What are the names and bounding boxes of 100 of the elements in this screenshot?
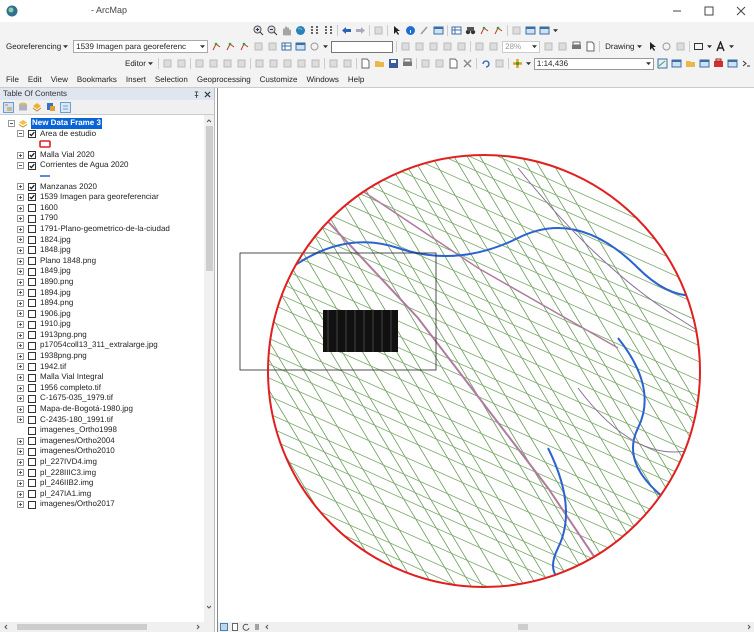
caret-icon[interactable] — [646, 61, 651, 66]
menu-item[interactable]: Geoprocessing — [196, 74, 251, 86]
checkbox[interactable] — [28, 151, 36, 160]
layer-name[interactable]: 1539 Imagen para georeferenciar — [40, 192, 159, 203]
caret-icon[interactable] — [200, 44, 206, 49]
scroll-right-icon[interactable] — [195, 624, 201, 630]
scroll-down-icon[interactable] — [206, 604, 212, 610]
collapse-icon[interactable] — [17, 130, 24, 138]
layer-name[interactable]: pl_247IA1.img — [40, 488, 92, 500]
checkbox[interactable] — [28, 278, 36, 286]
font-icon[interactable] — [714, 41, 726, 52]
save-icon[interactable] — [388, 58, 399, 69]
checkbox[interactable] — [28, 448, 36, 456]
checkbox[interactable] — [28, 458, 36, 466]
editor-menu[interactable]: Editor — [123, 57, 155, 70]
checkbox[interactable] — [28, 500, 36, 509]
layer-name[interactable]: imagenes/Ortho2010 — [40, 446, 115, 457]
checkbox[interactable] — [28, 246, 36, 254]
window-icon[interactable] — [726, 58, 738, 69]
layer-name[interactable]: Malla Vial Integral — [40, 372, 104, 383]
checkbox[interactable] — [28, 416, 36, 424]
expand-icon[interactable] — [17, 215, 24, 222]
checkbox[interactable] — [28, 490, 36, 498]
expand-icon[interactable] — [17, 332, 24, 339]
link-table-icon[interactable] — [281, 41, 292, 52]
expand-icon[interactable] — [17, 226, 24, 233]
layer-name[interactable]: 1906.jpg — [40, 308, 71, 320]
caret-icon[interactable] — [323, 44, 328, 49]
checkbox[interactable] — [28, 320, 36, 329]
checkbox[interactable] — [28, 162, 36, 170]
layer-name[interactable]: Plano 1848.png — [40, 256, 96, 266]
delete-icon[interactable] — [462, 58, 473, 69]
expand-icon[interactable] — [17, 258, 24, 265]
layout-view-icon[interactable] — [231, 623, 239, 631]
vertex-icon[interactable] — [225, 41, 236, 52]
maximize-icon[interactable] — [704, 6, 714, 16]
expand-icon[interactable] — [17, 300, 24, 307]
layer-name[interactable]: C-2435-180_1991.tif — [40, 414, 113, 426]
checkbox[interactable] — [28, 288, 36, 297]
window-icon[interactable] — [525, 24, 536, 36]
layer-name[interactable]: Manzanas 2020 — [40, 182, 97, 192]
globe-icon[interactable] — [295, 24, 306, 36]
tool-icon[interactable] — [585, 41, 596, 52]
checkbox[interactable] — [28, 374, 36, 382]
checkbox[interactable] — [28, 182, 36, 191]
drawing-menu[interactable]: Drawing — [603, 40, 644, 53]
layer-name[interactable]: imagenes_Ortho1998 — [40, 425, 117, 436]
layer-name[interactable]: 1791-Plano-geometrico-de-la-ciudad — [40, 224, 170, 235]
expand-icon[interactable] — [17, 352, 24, 360]
info-icon[interactable] — [405, 24, 416, 36]
layer-name[interactable]: Malla Vial 2020 — [40, 150, 95, 160]
layer-name[interactable]: 1894.png — [40, 298, 74, 309]
pause-icon[interactable] — [253, 623, 261, 631]
expand-icon[interactable] — [17, 469, 24, 476]
checkbox[interactable] — [28, 479, 36, 488]
expand-icon[interactable] — [17, 236, 24, 244]
layer-name[interactable]: C-1675-035_1979.tif — [40, 393, 113, 404]
checkbox[interactable] — [28, 405, 36, 414]
back-arrow-icon[interactable] — [341, 24, 352, 36]
layer-name[interactable]: 1894.jpg — [40, 288, 71, 298]
layer-name[interactable]: pl_227IVD4.img — [40, 457, 97, 468]
menu-item[interactable]: Edit — [28, 74, 42, 86]
checkbox[interactable] — [28, 214, 36, 223]
checkbox[interactable] — [28, 310, 36, 318]
expand-icon[interactable] — [17, 384, 24, 392]
caret-icon[interactable] — [706, 44, 712, 49]
scale-dropdown[interactable]: 1:14,436 — [534, 58, 654, 70]
scrollbar-thumb[interactable] — [518, 624, 528, 630]
expand-icon[interactable] — [17, 204, 24, 212]
checkbox[interactable] — [28, 225, 36, 234]
binoculars-icon[interactable] — [465, 24, 476, 36]
expand-icon[interactable] — [17, 321, 24, 328]
checkbox[interactable] — [28, 204, 36, 212]
print-icon[interactable] — [402, 58, 413, 69]
checkbox[interactable] — [28, 268, 36, 276]
refresh-icon[interactable] — [242, 623, 250, 631]
menu-item[interactable]: Windows — [306, 74, 339, 86]
layer-name[interactable]: 1942.tif — [40, 362, 66, 372]
data-view-icon[interactable] — [220, 623, 228, 631]
menu-item[interactable]: Bookmarks — [76, 74, 117, 86]
checkbox[interactable] — [28, 384, 36, 392]
layer-name[interactable]: 1938png.png — [40, 351, 87, 362]
checkbox[interactable] — [28, 437, 36, 446]
scroll-right-icon[interactable] — [746, 624, 752, 630]
window-icon[interactable] — [539, 24, 550, 36]
menu-item[interactable]: File — [6, 74, 19, 86]
caret-icon[interactable] — [636, 44, 642, 49]
checkbox[interactable] — [28, 342, 36, 350]
caret-icon[interactable] — [553, 28, 558, 32]
window-icon[interactable] — [433, 24, 444, 36]
scroll-left-icon[interactable] — [264, 624, 270, 630]
caret-icon[interactable] — [728, 44, 734, 49]
layer-name[interactable]: 1956 completo.tif — [40, 382, 101, 394]
layer-visibility-icon[interactable] — [46, 102, 56, 112]
toolbox-icon[interactable] — [712, 58, 724, 69]
data-frame-label[interactable]: New Data Frame 3 — [31, 118, 102, 129]
window-icon[interactable] — [670, 58, 682, 69]
caret-icon[interactable] — [63, 44, 68, 49]
pointer-icon[interactable] — [391, 24, 402, 36]
expand-icon[interactable] — [17, 268, 24, 276]
